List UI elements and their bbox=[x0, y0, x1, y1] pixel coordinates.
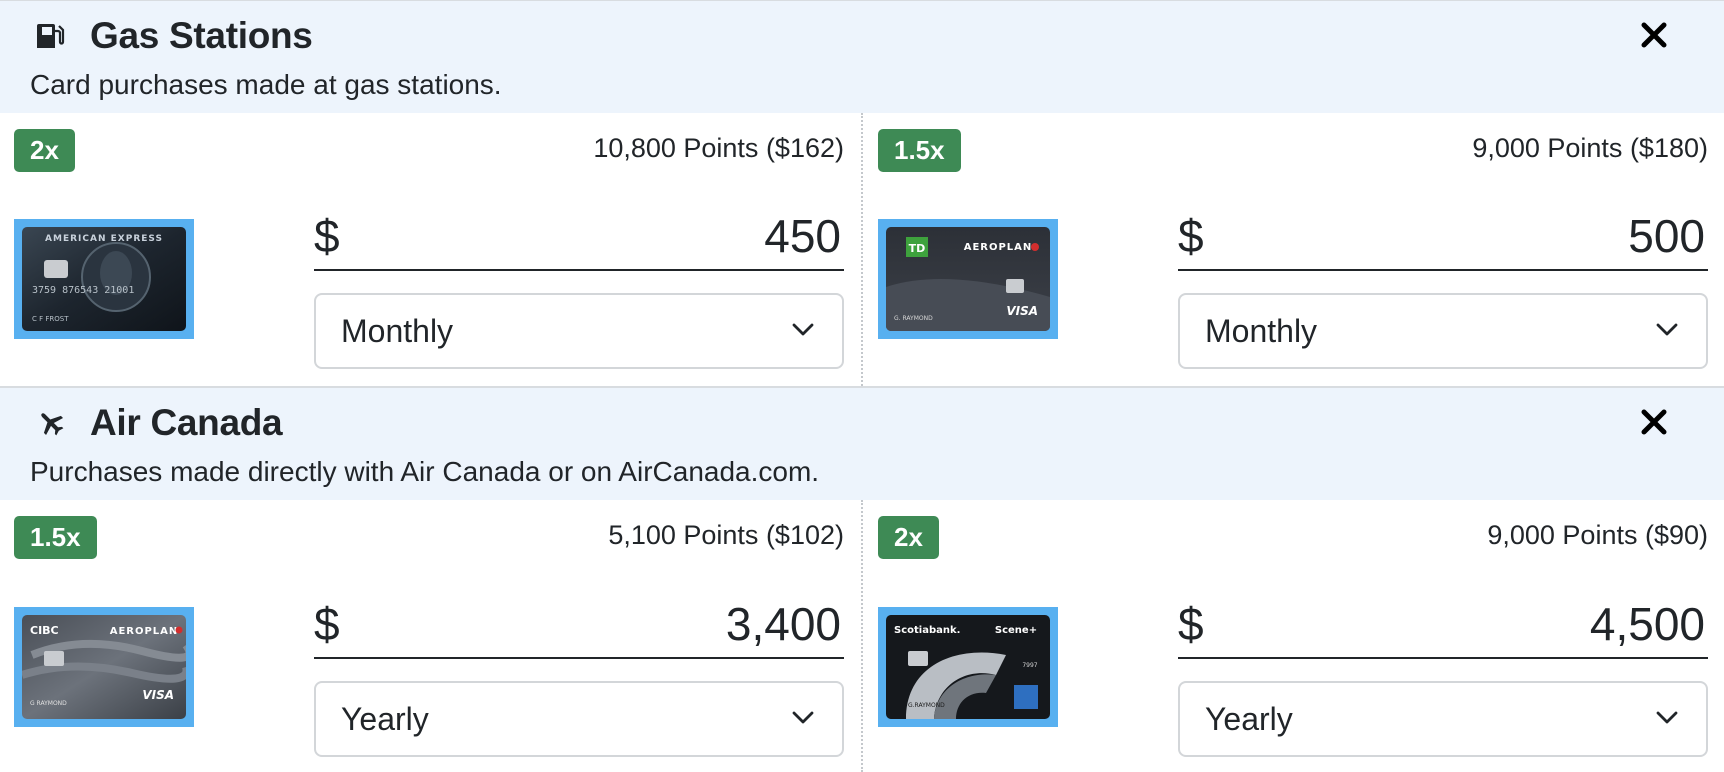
currency-symbol: $ bbox=[314, 598, 340, 650]
category-title: Air Canada bbox=[90, 402, 283, 443]
chevron-down-icon bbox=[792, 711, 814, 724]
frequency-select[interactable]: Yearly bbox=[314, 681, 844, 757]
points-value: 9,000 Points ($90) bbox=[1487, 520, 1708, 550]
svg-text:TD: TD bbox=[909, 242, 926, 255]
svg-text:7997: 7997 bbox=[1022, 662, 1037, 669]
category-title: Gas Stations bbox=[90, 15, 313, 56]
multiplier-badge: 1.5x bbox=[14, 516, 97, 559]
frequency-value: Monthly bbox=[1205, 313, 1318, 349]
svg-text:AEROPLAN: AEROPLAN bbox=[110, 626, 179, 637]
svg-text:G RAYMOND: G RAYMOND bbox=[30, 700, 67, 707]
card-image: TD AEROPLAN G. RAYMOND VISA bbox=[878, 219, 1058, 339]
spend-amount-field[interactable]: $ 500 bbox=[1178, 207, 1708, 271]
chevron-down-icon bbox=[792, 323, 814, 336]
multiplier-badge: 1.5x bbox=[878, 129, 961, 172]
svg-text:Scene+: Scene+ bbox=[995, 625, 1037, 636]
spend-amount: 450 bbox=[764, 210, 841, 262]
gas-pump-icon bbox=[37, 24, 65, 48]
spend-amount-field[interactable]: $ 450 bbox=[314, 207, 844, 271]
multiplier-badge: 2x bbox=[14, 129, 75, 172]
frequency-value: Monthly bbox=[341, 313, 454, 349]
plane-icon bbox=[41, 413, 64, 436]
frequency-select[interactable]: Monthly bbox=[1178, 293, 1708, 369]
svg-text:C F FROST: C F FROST bbox=[32, 315, 69, 323]
svg-text:3759 876543 21001: 3759 876543 21001 bbox=[32, 285, 134, 296]
frequency-select[interactable]: Monthly bbox=[314, 293, 844, 369]
currency-symbol: $ bbox=[1178, 210, 1204, 262]
currency-symbol: $ bbox=[1178, 598, 1204, 650]
chevron-down-icon bbox=[1656, 711, 1678, 724]
spend-amount: 4,500 bbox=[1589, 598, 1705, 650]
category-description: Card purchases made at gas stations. bbox=[30, 69, 502, 100]
spend-amount: 3,400 bbox=[725, 598, 841, 650]
card-image: AMERICAN EXPRESS 3759 876543 21001 C F F… bbox=[14, 219, 194, 339]
svg-text:G. RAYMOND: G. RAYMOND bbox=[894, 315, 933, 322]
currency-symbol: $ bbox=[314, 210, 340, 262]
column-divider bbox=[861, 113, 863, 386]
frequency-select[interactable]: Yearly bbox=[1178, 681, 1708, 757]
spend-amount-field[interactable]: $ 4,500 bbox=[1178, 595, 1708, 659]
close-icon[interactable] bbox=[1638, 406, 1670, 438]
category-description: Purchases made directly with Air Canada … bbox=[30, 456, 820, 487]
svg-text:VISA: VISA bbox=[142, 688, 174, 702]
points-value: 5,100 Points ($102) bbox=[608, 520, 844, 550]
points-value: 10,800 Points ($162) bbox=[593, 133, 844, 163]
close-icon[interactable] bbox=[1638, 19, 1670, 51]
svg-text:VISA: VISA bbox=[1006, 304, 1038, 318]
svg-text:Scotiabank.: Scotiabank. bbox=[894, 625, 960, 636]
frequency-value: Yearly bbox=[341, 701, 429, 737]
svg-text:G.RAYMOND: G.RAYMOND bbox=[908, 702, 945, 709]
svg-text:AEROPLAN: AEROPLAN bbox=[964, 242, 1033, 253]
spend-amount: 500 bbox=[1628, 210, 1705, 262]
frequency-value: Yearly bbox=[1205, 701, 1293, 737]
chevron-down-icon bbox=[1656, 323, 1678, 336]
card-image: CIBC AEROPLAN G RAYMOND VISA bbox=[14, 607, 194, 727]
spend-amount-field[interactable]: $ 3,400 bbox=[314, 595, 844, 659]
svg-text:CIBC: CIBC bbox=[30, 624, 59, 637]
category-header: Air Canada Purchases made directly with … bbox=[0, 388, 1724, 500]
svg-text:AMERICAN EXPRESS: AMERICAN EXPRESS bbox=[45, 234, 163, 244]
card-image: Scotiabank. Scene+ 7997 G.RAYMOND bbox=[878, 607, 1058, 727]
category-header: Gas Stations Card purchases made at gas … bbox=[0, 1, 1724, 113]
points-value: 9,000 Points ($180) bbox=[1472, 133, 1708, 163]
column-divider bbox=[861, 500, 863, 772]
multiplier-badge: 2x bbox=[878, 516, 939, 559]
